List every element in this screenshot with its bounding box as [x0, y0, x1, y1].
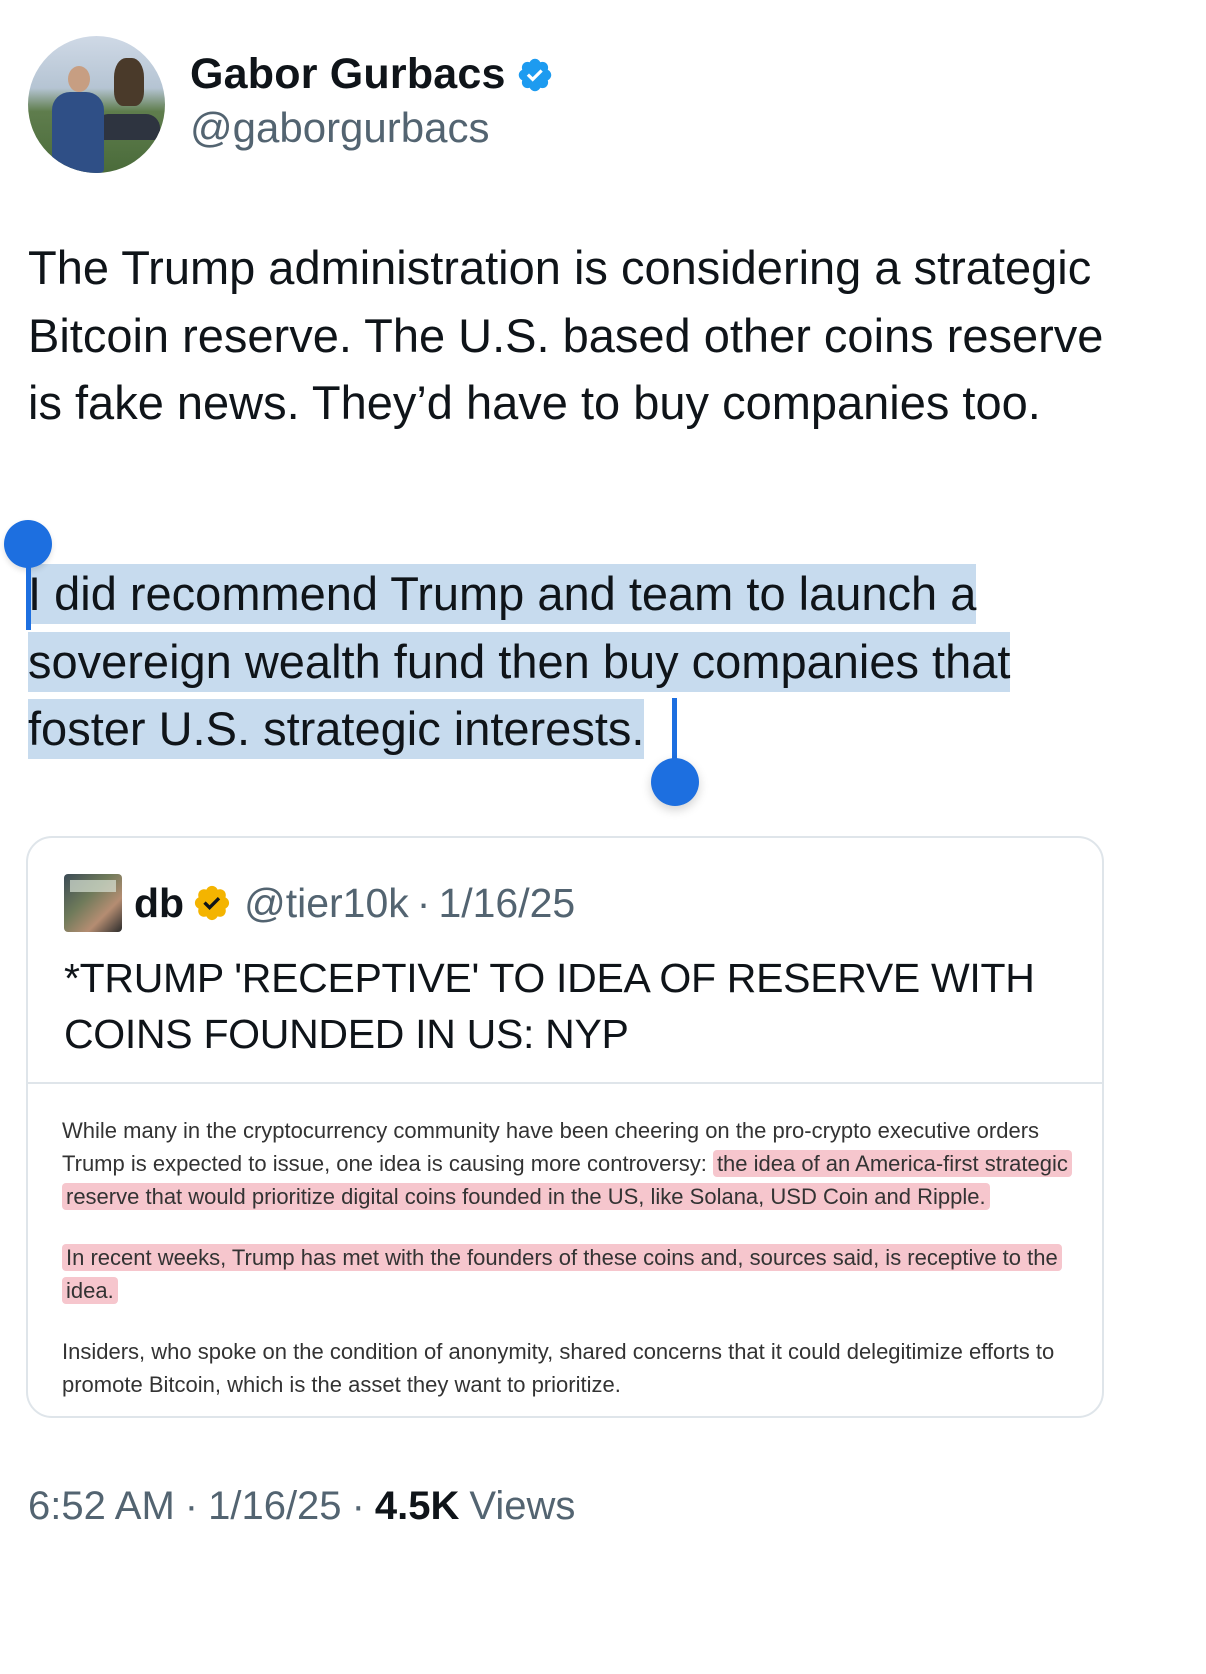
tweet-header: Gabor Gurbacs @gaborgurbacs: [28, 36, 1178, 176]
tweet-paragraph-2-selected[interactable]: I did recommend Trump and team to launch…: [28, 564, 1011, 759]
footer-separator-1: ·: [184, 1484, 199, 1528]
avatar-person-body: [52, 92, 104, 173]
quoted-article-screenshot[interactable]: While many in the cryptocurrency communi…: [62, 1114, 1072, 1401]
selection-end-caret: [672, 698, 677, 766]
tweet-paragraph-2-container: I did recommend Trump and team to launch…: [28, 560, 1108, 763]
avatar-car-shape: [98, 114, 160, 140]
quoted-author-avatar[interactable]: [64, 874, 122, 932]
verified-badge-icon[interactable]: [516, 56, 554, 94]
quoted-media-divider: [28, 1082, 1102, 1084]
selection-end-handle[interactable]: [651, 758, 699, 806]
author-display-name[interactable]: Gabor Gurbacs: [190, 50, 506, 99]
quoted-tweet-date[interactable]: 1/16/25: [438, 880, 575, 927]
quoted-author-name[interactable]: db: [134, 880, 184, 927]
author-name-row: Gabor Gurbacs: [190, 50, 554, 99]
article-p2-highlight: In recent weeks, Trump has met with the …: [62, 1244, 1062, 1304]
article-paragraph-1: While many in the cryptocurrency communi…: [62, 1114, 1072, 1213]
quoted-header-separator: ·: [416, 879, 431, 926]
quoted-tweet-text: *TRUMP 'RECEPTIVE' TO IDEA OF RESERVE WI…: [64, 955, 1035, 1057]
gold-verified-badge-icon: [195, 885, 230, 921]
author-handle[interactable]: @gaborgurbacs: [190, 104, 489, 152]
quoted-author-handle[interactable]: @tier10k: [244, 880, 409, 927]
tweet-footer: 6:52 AM · 1/16/25 · 4.5K Views: [28, 1484, 575, 1529]
views-count: 4.5K: [374, 1484, 460, 1528]
author-avatar[interactable]: [28, 36, 165, 173]
footer-separator-2: ·: [351, 1484, 365, 1528]
avatar-person-head: [68, 66, 90, 92]
article-paragraph-2: In recent weeks, Trump has met with the …: [62, 1241, 1072, 1307]
quoted-tweet-header: db @tier10k · 1/16/25: [64, 874, 575, 932]
tweet-date[interactable]: 1/16/25: [208, 1484, 341, 1529]
avatar-bird-shape: [114, 58, 144, 106]
tweet-paragraph-1: The Trump administration is considering …: [28, 241, 1104, 429]
views-label: Views: [469, 1484, 576, 1528]
article-paragraph-3: Insiders, who spoke on the condition of …: [62, 1335, 1072, 1401]
article-p3-plain: Insiders, who spoke on the condition of …: [62, 1339, 1055, 1397]
tweet-time[interactable]: 6:52 AM: [28, 1484, 175, 1529]
quoted-tweet-card[interactable]: db @tier10k · 1/16/25 *TRUMP 'RECEPTIVE'…: [26, 836, 1104, 1418]
selection-start-caret: [26, 560, 31, 630]
